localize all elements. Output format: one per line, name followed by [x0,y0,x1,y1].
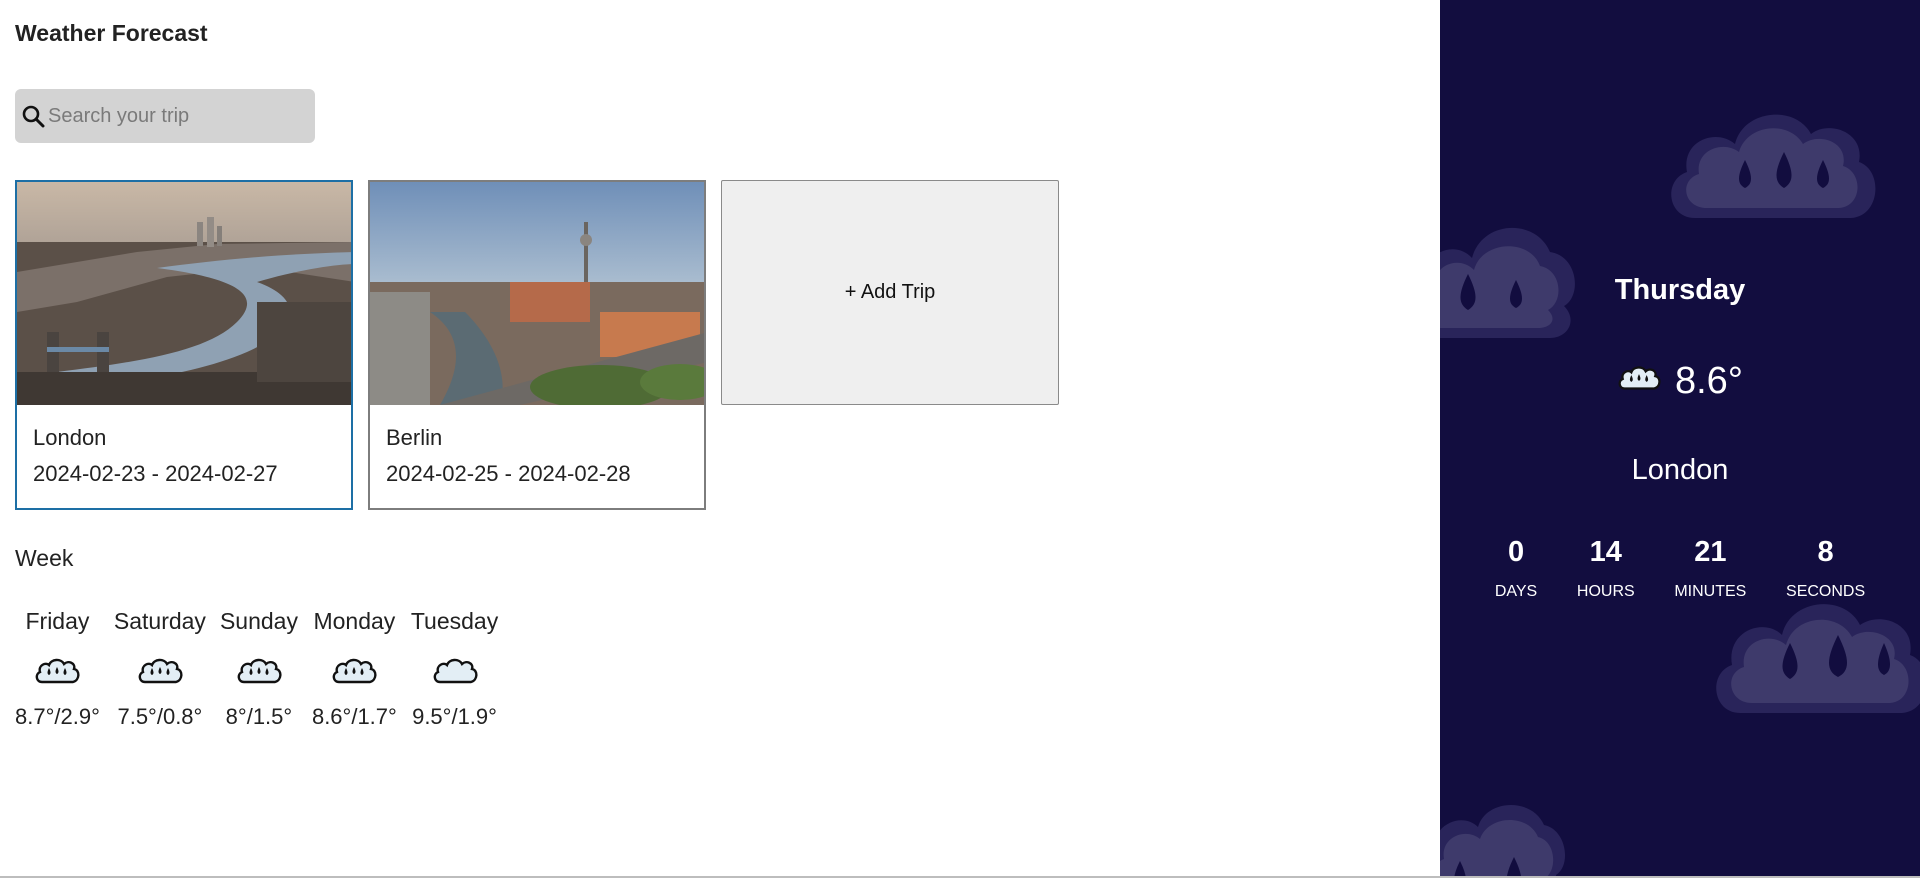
countdown-value: 0 [1507,536,1525,568]
background-rain-cloud-icon [1671,114,1876,218]
countdown-value: 21 [1694,536,1727,568]
search-input[interactable] [48,96,303,136]
day-temps: 9.5°/1.9° [412,704,497,729]
search-bar[interactable] [15,89,315,143]
countdown-value: 14 [1589,536,1622,568]
today-temperature: 8.6° [1674,360,1744,402]
countdown-unit: SECONDS [1786,583,1866,600]
trip-dates: 2024-02-25 - 2024-02-28 [386,461,631,486]
countdown-seconds: 8 SECONDS [1786,536,1865,601]
main-content: Weather Forecast Search your trip London… [0,0,1440,876]
day-forecast-monday: Monday 8.6°/1.7° [312,608,397,730]
berlin-photo [370,182,704,405]
search-icon [18,101,48,131]
page-title: Weather Forecast [15,20,208,46]
add-trip-button[interactable]: + Add Trip [721,180,1059,405]
week-heading: Week [15,545,74,571]
trip-countdown: 0 DAYS 14 HOURS 21 MINUTES 8 SECONDS [1440,536,1920,601]
trip-city: London [33,425,107,450]
countdown-minutes: 21 MINUTES [1674,536,1746,601]
london-photo [17,182,351,405]
today-city: London [1631,454,1729,486]
day-name: Sunday [219,608,298,634]
rain-cloud-icon [236,654,282,688]
day-name: Tuesday [410,608,499,634]
trip-list: London 2024-02-23 - 2024-02-27 Berlin 20… [15,180,1059,510]
today-day: Thursday [1614,274,1746,306]
day-name: Monday [313,608,396,634]
day-temps: 8.7°/2.9° [15,704,100,729]
today-weather: 8.6° [1440,360,1920,403]
cloud-icon [432,654,478,688]
rain-cloud-icon [331,654,377,688]
countdown-unit: MINUTES [1674,583,1747,600]
trip-card-berlin[interactable]: Berlin 2024-02-25 - 2024-02-28 [368,180,706,510]
day-temps: 8.6°/1.7° [311,704,397,729]
trip-dates: 2024-02-23 - 2024-02-27 [33,461,278,486]
day-forecast-saturday: Saturday 7.5°/0.8° [114,608,206,730]
day-forecast-sunday: Sunday 8°/1.5° [220,608,298,730]
trip-card-london[interactable]: London 2024-02-23 - 2024-02-27 [15,180,353,510]
day-forecast-tuesday: Tuesday 9.5°/1.9° [411,608,498,730]
day-temps: 8°/1.5° [225,704,293,729]
background-rain-cloud-icon [1716,604,1920,713]
rain-cloud-icon [1617,360,1661,403]
rain-cloud-icon [137,654,183,688]
countdown-unit: DAYS [1494,583,1538,600]
day-forecast-friday: Friday 8.7°/2.9° [15,608,100,730]
background-rain-cloud-icon [1440,805,1565,876]
day-temps: 7.5°/0.8° [117,704,203,729]
today-panel: Thursday 8.6° London 0 DAYS 14 HOURS 21 … [1440,0,1920,876]
day-name: Saturday [113,608,206,634]
trip-city: Berlin [386,425,443,450]
week-forecast: Friday 8.7°/2.9° Saturday 7.5°/0.8° Sund… [15,608,498,730]
countdown-value: 8 [1817,536,1834,568]
countdown-days: 0 DAYS [1495,536,1537,601]
day-name: Friday [25,608,90,634]
rain-cloud-icon [34,654,81,688]
countdown-hours: 14 HOURS [1577,536,1635,601]
countdown-unit: HOURS [1576,583,1635,600]
